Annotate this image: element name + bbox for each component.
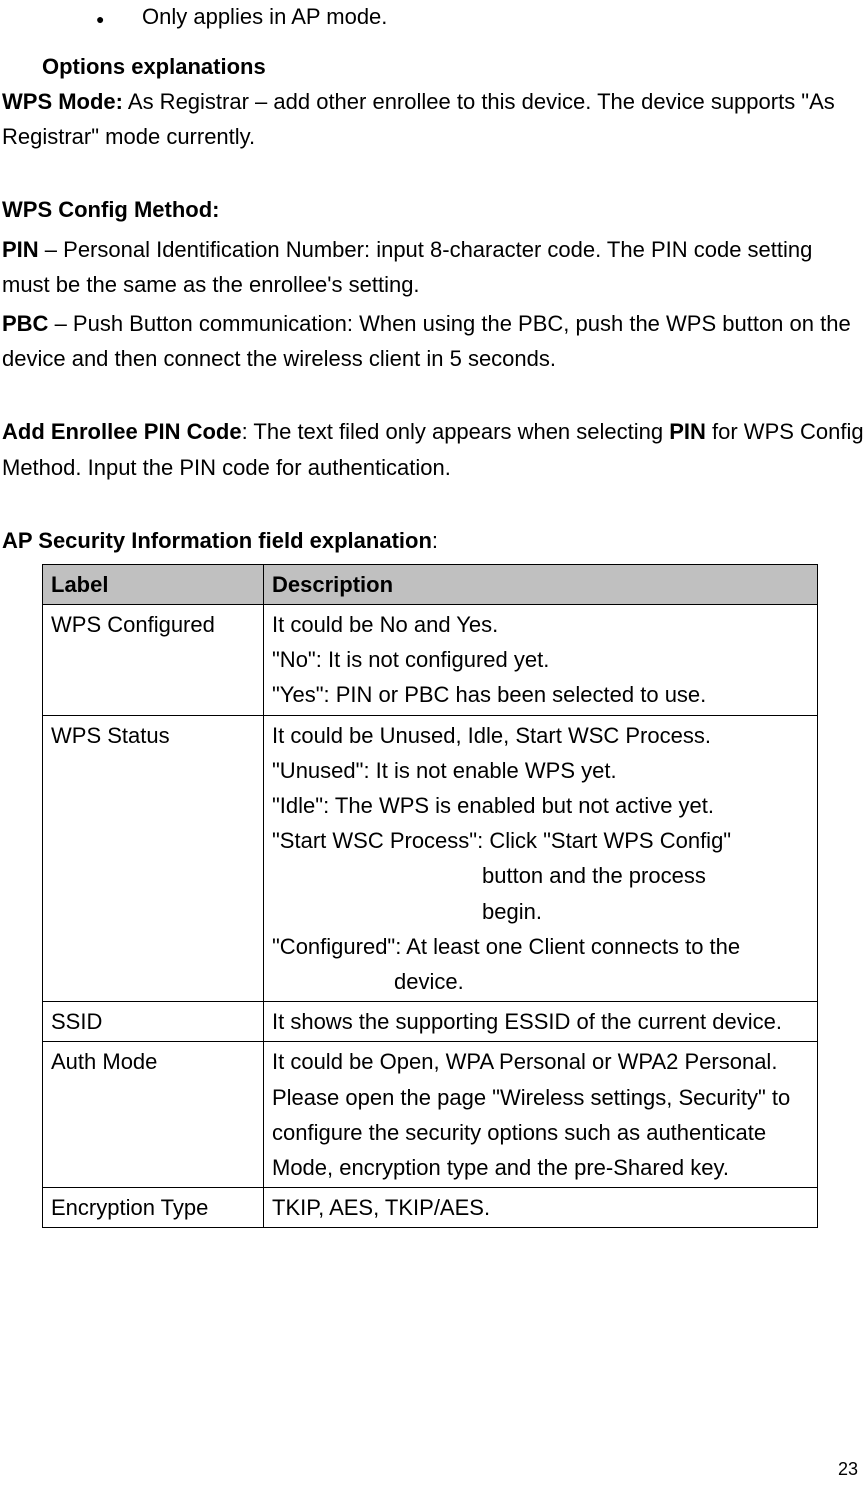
- cell-desc: It could be No and Yes. "No": It is not …: [264, 605, 818, 716]
- table-header-row: Label Description: [43, 564, 818, 604]
- text-add-enrollee-1: : The text filed only appears when selec…: [242, 419, 670, 444]
- desc-line: "Configured": At least one Client connec…: [272, 934, 740, 959]
- cell-desc: It could be Unused, Idle, Start WSC Proc…: [264, 715, 818, 1002]
- cell-label: WPS Configured: [43, 605, 264, 716]
- text-pin: – Personal Identification Number: input …: [2, 237, 812, 297]
- cell-desc: It shows the supporting ESSID of the cur…: [264, 1002, 818, 1042]
- cell-label: Auth Mode: [43, 1042, 264, 1188]
- bullet-text: Only applies in AP mode.: [142, 4, 387, 29]
- table-row: Auth Mode It could be Open, WPA Personal…: [43, 1042, 818, 1188]
- cell-desc: TKIP, AES, TKIP/AES.: [264, 1188, 818, 1228]
- cell-label: WPS Status: [43, 715, 264, 1002]
- para-add-enrollee: Add Enrollee PIN Code: The text filed on…: [2, 414, 864, 484]
- para-wps-config-heading: WPS Config Method:: [2, 192, 864, 227]
- ap-security-table: Label Description WPS Configured It coul…: [42, 564, 818, 1228]
- bold-pin-inline: PIN: [669, 419, 706, 444]
- desc-line: It could be Unused, Idle, Start WSC Proc…: [272, 723, 711, 748]
- label-wps-mode: WPS Mode:: [2, 89, 123, 114]
- cell-desc: It could be Open, WPA Personal or WPA2 P…: [264, 1042, 818, 1188]
- desc-line: TKIP, AES, TKIP/AES.: [272, 1195, 490, 1220]
- section-heading-options: Options explanations: [42, 54, 864, 80]
- desc-line: "Start WSC Process": Click "Start WPS Co…: [272, 828, 731, 853]
- table-row: WPS Configured It could be No and Yes. "…: [43, 605, 818, 716]
- para-pin: PIN – Personal Identification Number: in…: [2, 232, 864, 302]
- desc-line: It could be Open, WPA Personal or WPA2 P…: [272, 1049, 790, 1180]
- desc-hang: begin.: [272, 894, 809, 929]
- label-wps-config: WPS Config Method:: [2, 197, 220, 222]
- label-pin: PIN: [2, 237, 39, 262]
- cell-label: Encryption Type: [43, 1188, 264, 1228]
- para-ap-sec-heading: AP Security Information field explanatio…: [2, 523, 864, 558]
- desc-line: "Idle": The WPS is enabled but not activ…: [272, 793, 714, 818]
- bullet-list: Only applies in AP mode.: [96, 4, 864, 30]
- para-pbc: PBC – Push Button communication: When us…: [2, 306, 864, 376]
- desc-line: It could be No and Yes.: [272, 612, 498, 637]
- page-content: Only applies in AP mode. Options explana…: [0, 4, 864, 1228]
- table-row: Encryption Type TKIP, AES, TKIP/AES.: [43, 1188, 818, 1228]
- page-number: 23: [838, 1459, 858, 1480]
- document-page: Only applies in AP mode. Options explana…: [0, 4, 864, 1490]
- desc-hang: button and the process: [272, 858, 809, 893]
- label-ap-sec: AP Security Information field explanatio…: [2, 528, 432, 553]
- bullet-item: Only applies in AP mode.: [96, 4, 864, 30]
- desc-line: "Unused": It is not enable WPS yet.: [272, 758, 617, 783]
- desc-line: "No": It is not configured yet.: [272, 647, 549, 672]
- desc-hang: device.: [272, 964, 809, 999]
- desc-line: "Yes": PIN or PBC has been selected to u…: [272, 682, 706, 707]
- cell-label: SSID: [43, 1002, 264, 1042]
- para-wps-mode: WPS Mode: As Registrar – add other enrol…: [2, 84, 864, 154]
- table-header-label: Label: [43, 564, 264, 604]
- label-add-enrollee: Add Enrollee PIN Code: [2, 419, 242, 444]
- label-pbc: PBC: [2, 311, 48, 336]
- table-header-desc: Description: [264, 564, 818, 604]
- text-wps-mode: As Registrar – add other enrollee to thi…: [2, 89, 835, 149]
- desc-line: It shows the supporting ESSID of the cur…: [272, 1009, 782, 1034]
- text-pbc: – Push Button communication: When using …: [2, 311, 851, 371]
- table-row: SSID It shows the supporting ESSID of th…: [43, 1002, 818, 1042]
- table-row: WPS Status It could be Unused, Idle, Sta…: [43, 715, 818, 1002]
